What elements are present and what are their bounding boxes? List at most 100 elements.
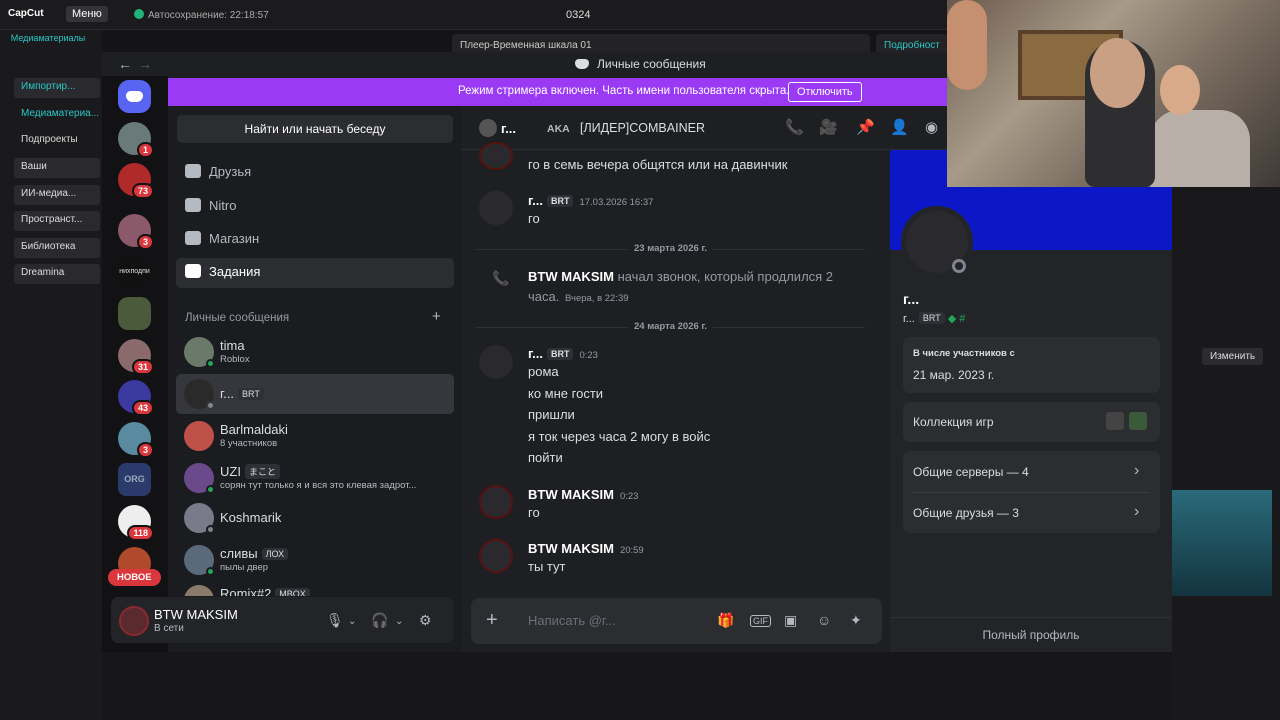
- tab-media[interactable]: Медиаматериалы: [8, 33, 88, 43]
- message-input[interactable]: Написать @г...: [528, 613, 616, 628]
- nav-shop[interactable]: Магазин: [185, 225, 455, 253]
- offline-status-icon: [952, 259, 966, 273]
- server-icon[interactable]: 31: [118, 339, 154, 375]
- gif-icon[interactable]: GIF: [750, 615, 771, 627]
- unread-badge: 118: [127, 525, 154, 541]
- find-conversation-button[interactable]: Найти или начать беседу: [177, 115, 453, 143]
- nav-tasks[interactable]: Задания: [176, 258, 454, 288]
- add-dm-button[interactable]: +: [432, 308, 441, 325]
- message-text: ты тут: [528, 559, 566, 574]
- server-icon[interactable]: [118, 297, 151, 330]
- side-media[interactable]: Медиаматериа...: [14, 105, 100, 125]
- gift-icon[interactable]: 🎁: [717, 612, 734, 629]
- side-dreamina[interactable]: Dreamina: [14, 264, 100, 284]
- chevron-right-icon[interactable]: ›: [1134, 503, 1139, 521]
- discord-logo-icon: [126, 91, 143, 102]
- server-icon[interactable]: 3: [118, 214, 154, 250]
- date-divider-label: 24 марта 2026 г.: [628, 321, 714, 332]
- avatar[interactable]: [479, 119, 497, 137]
- dm-item[interactable]: Romix#2 MBOX: [176, 580, 454, 596]
- change-button[interactable]: Изменить: [1202, 348, 1264, 365]
- dm-item[interactable]: Koshmarik: [176, 498, 454, 538]
- server-icon[interactable]: 118: [118, 505, 154, 541]
- nav-friends[interactable]: Друзья: [185, 158, 455, 186]
- message-author[interactable]: BTW MAKSIM 20:59: [528, 541, 644, 556]
- avatar[interactable]: [479, 485, 513, 519]
- disable-streamer-button[interactable]: Отключить: [788, 82, 862, 102]
- sticker-icon[interactable]: ▣: [784, 612, 797, 629]
- side-import[interactable]: Импортир...: [14, 78, 100, 98]
- side-ai-media[interactable]: ИИ-медиа...: [14, 185, 100, 205]
- dm-activity: сорян тут только я и вся это клевая задр…: [220, 480, 417, 491]
- user-name[interactable]: BTW MAKSIM: [154, 607, 238, 622]
- message-text: ко мне гости: [528, 386, 604, 401]
- apps-icon[interactable]: ✦: [850, 612, 862, 629]
- avatar[interactable]: [479, 142, 513, 170]
- server-icon[interactable]: 3: [118, 422, 154, 458]
- headphones-icon[interactable]: 🎧: [371, 612, 388, 629]
- dm-section-header: Личные сообщения: [185, 312, 290, 324]
- clan-tag: MBOX: [275, 588, 310, 596]
- timeline-clip[interactable]: [1172, 490, 1272, 596]
- message-author[interactable]: BTW MAKSIM: [528, 269, 614, 284]
- dm-item[interactable]: сливы ЛОХ пылы двер: [176, 540, 454, 580]
- dm-item[interactable]: UZI まこと сорян тут только я и вся это клева…: [176, 458, 454, 498]
- capcut-menu-button[interactable]: Меню: [66, 6, 108, 22]
- new-badge[interactable]: НОВОЕ: [108, 569, 161, 586]
- server-icon[interactable]: 43: [118, 380, 154, 416]
- chat-recipient-name[interactable]: г...: [501, 121, 516, 136]
- call-message-cont: часа. Вчера, в 22:39: [528, 289, 629, 304]
- chevron-down-icon[interactable]: ⌄: [348, 616, 356, 627]
- side-spaces[interactable]: Пространст...: [14, 211, 100, 231]
- side-library[interactable]: Библиотека: [14, 238, 100, 258]
- unread-badge: 31: [131, 359, 154, 375]
- avatar[interactable]: [479, 539, 513, 573]
- unread-badge: 73: [131, 183, 154, 199]
- back-arrow-icon[interactable]: ←: [118, 56, 132, 72]
- forward-arrow-icon[interactable]: →: [138, 56, 152, 72]
- attach-plus-icon[interactable]: +: [486, 609, 498, 632]
- user-avatar[interactable]: [119, 606, 149, 636]
- message-author[interactable]: г... BRT 0:23: [528, 346, 598, 361]
- dm-item[interactable]: г... BRT: [176, 374, 454, 414]
- video-call-icon[interactable]: 🎥: [819, 118, 838, 136]
- member-since-card: [903, 337, 1160, 393]
- nav-nitro[interactable]: Nitro: [185, 192, 455, 220]
- pin-icon[interactable]: 📌: [856, 118, 875, 136]
- dm-activity: пылы двер: [220, 562, 269, 573]
- gear-icon[interactable]: ⚙: [419, 612, 432, 629]
- nav-label: Задания: [209, 264, 261, 279]
- game-icon[interactable]: [1129, 412, 1147, 430]
- server-icon[interactable]: 1: [118, 122, 154, 158]
- side-yours[interactable]: Ваши: [14, 158, 100, 178]
- avatar[interactable]: [479, 345, 513, 379]
- mutual-friends[interactable]: Общие друзья — 3: [913, 506, 1019, 520]
- user-profile-icon[interactable]: ◉: [925, 118, 938, 136]
- mutual-servers[interactable]: Общие серверы — 4: [913, 465, 1029, 479]
- message-author[interactable]: г... BRT 17.03.2026 16:37: [528, 193, 653, 208]
- message-time: 0:23: [579, 350, 598, 361]
- online-status-icon: [206, 567, 215, 576]
- voice-call-icon[interactable]: 📞: [785, 118, 804, 136]
- discord-home-button[interactable]: [118, 80, 151, 113]
- microphone-icon[interactable]: 🎙: [326, 612, 344, 629]
- game-icon[interactable]: [1106, 412, 1124, 430]
- full-profile-button[interactable]: Полный профиль: [890, 617, 1172, 652]
- chevron-down-icon[interactable]: ⌄: [395, 616, 403, 627]
- dm-item[interactable]: Barlmaldaki 8 участников: [176, 416, 454, 456]
- call-message: BTW MAKSIM начал звонок, который продлил…: [528, 269, 833, 284]
- add-friend-icon[interactable]: 👤: [890, 118, 909, 136]
- message-author[interactable]: BTW MAKSIM 0:23: [528, 487, 638, 502]
- emoji-icon[interactable]: ☺: [817, 612, 831, 628]
- dm-item[interactable]: tima Roblox: [176, 332, 454, 372]
- phone-icon: 📞: [492, 270, 510, 286]
- shop-icon: [185, 231, 201, 245]
- server-icon[interactable]: нихподпи: [118, 256, 151, 289]
- side-subprojects[interactable]: Подпроекты: [14, 131, 100, 151]
- tasks-icon: [185, 264, 201, 278]
- chevron-right-icon[interactable]: ›: [1134, 462, 1139, 480]
- avatar[interactable]: [479, 191, 513, 225]
- server-icon[interactable]: ORG: [118, 463, 151, 496]
- server-icon[interactable]: 73: [118, 163, 154, 199]
- badge-icon: ◆: [947, 313, 957, 325]
